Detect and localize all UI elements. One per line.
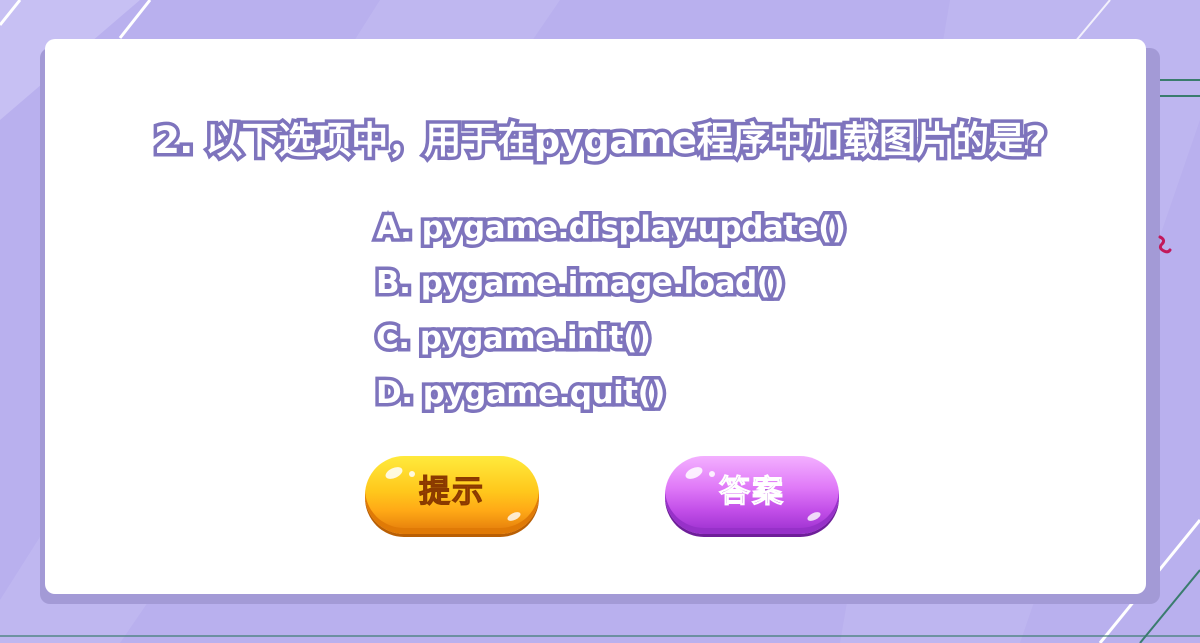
hint-button-label: 提示 xyxy=(419,474,485,511)
options-list: A. pygame.display.update() B. pygame.ima… xyxy=(373,206,896,426)
option-d[interactable]: D. pygame.quit() xyxy=(373,371,896,426)
option-c[interactable]: C. pygame.init() xyxy=(373,316,896,371)
squiggle-decoration xyxy=(1158,235,1172,254)
hint-button[interactable]: 提示 xyxy=(365,456,539,534)
option-b[interactable]: B. pygame.image.load() xyxy=(373,261,896,316)
option-a[interactable]: A. pygame.display.update() xyxy=(373,206,896,261)
answer-button[interactable]: 答案 xyxy=(665,456,839,534)
question-text: 2. 以下选项中，用于在pygame程序中加载图片的是? xyxy=(151,116,1050,166)
answer-button-label: 答案 xyxy=(719,474,785,511)
